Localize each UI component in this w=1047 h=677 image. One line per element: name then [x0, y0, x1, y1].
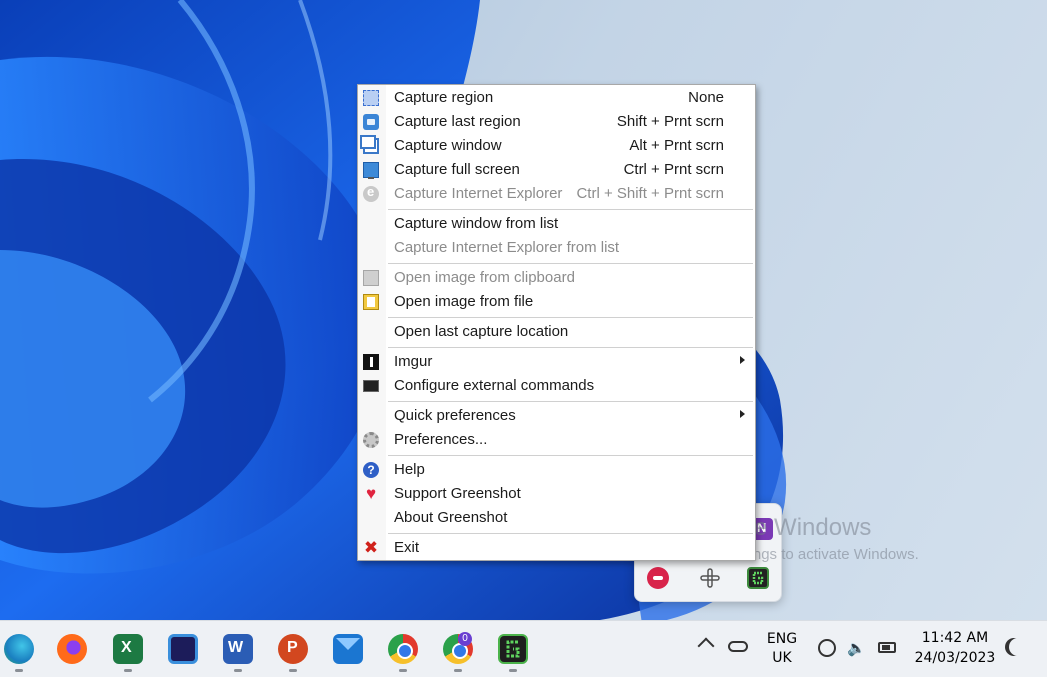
onedrive-cloud-icon[interactable] — [728, 641, 748, 652]
network-globe-icon[interactable] — [818, 639, 836, 657]
menu-item-label: Support Greenshot — [394, 485, 521, 502]
menu-item-capture-internet-explorer[interactable]: Capture Internet Explorer Ctrl + Shift +… — [358, 182, 755, 206]
menu-item-label: Open image from clipboard — [394, 269, 575, 286]
menu-item-shortcut: Alt + Prnt scrn — [629, 137, 724, 154]
menu-item-open-image-from-clipboard[interactable]: Open image from clipboard — [358, 266, 755, 290]
menu-separator — [388, 263, 753, 264]
menu-item-exit[interactable]: ✖ Exit — [358, 536, 755, 560]
menu-item-label: Configure external commands — [394, 377, 595, 394]
running-indicator — [234, 669, 242, 672]
capture-window-icon — [360, 135, 379, 154]
greenshot-tray-icon[interactable] — [747, 567, 769, 589]
menu-item-label: Help — [394, 461, 425, 478]
notification-badge: 0 — [458, 632, 472, 646]
running-indicator — [289, 669, 297, 672]
menu-separator — [388, 317, 753, 318]
capture-last-region-icon — [363, 114, 379, 130]
volume-icon[interactable]: 🔈 — [847, 640, 866, 656]
system-clock[interactable]: 11:42 AM 24/03/2023 — [912, 628, 998, 668]
firefox-icon[interactable] — [57, 634, 87, 664]
help-icon: ? — [363, 462, 379, 478]
menu-separator — [388, 401, 753, 402]
menu-item-shortcut: Ctrl + Prnt scrn — [623, 161, 724, 178]
language-region: UK — [772, 650, 792, 666]
menu-item-about-greenshot[interactable]: About Greenshot — [358, 506, 755, 530]
menu-item-capture-window[interactable]: Capture window Alt + Prnt scrn — [358, 134, 755, 158]
submenu-arrow-icon — [740, 410, 745, 418]
menu-item-label: Open image from file — [394, 293, 534, 310]
chrome-icon[interactable] — [388, 634, 418, 664]
slack-icon[interactable] — [699, 567, 721, 589]
menu-item-label: About Greenshot — [394, 509, 508, 526]
running-indicator — [124, 669, 132, 672]
menu-item-capture-window-from-list[interactable]: Capture window from list — [358, 212, 755, 236]
menu-item-label: Capture last region — [394, 113, 521, 130]
capture-region-icon — [363, 90, 379, 106]
terminal-icon — [363, 380, 379, 392]
excel-icon[interactable] — [113, 634, 143, 664]
powerpoint-icon[interactable] — [278, 634, 308, 664]
menu-item-preferences[interactable]: Preferences... — [358, 428, 755, 452]
slack-app-icon[interactable] — [168, 634, 198, 664]
menu-item-label: Capture full screen — [394, 161, 520, 178]
menu-item-imgur[interactable]: Imgur — [358, 350, 755, 374]
menu-item-capture-ie-from-list[interactable]: Capture Internet Explorer from list — [358, 236, 755, 260]
menu-item-label: Capture window from list — [394, 215, 559, 232]
menu-item-shortcut: Shift + Prnt scrn — [616, 113, 724, 130]
menu-item-quick-preferences[interactable]: Quick preferences — [358, 404, 755, 428]
heart-icon: ♥ — [365, 484, 377, 503]
input-language-indicator[interactable]: ENG UK — [762, 630, 802, 668]
menu-item-label: Preferences... — [394, 431, 488, 448]
menu-item-label: Capture region — [394, 89, 494, 106]
battery-icon[interactable] — [878, 642, 896, 653]
menu-item-help[interactable]: ? Help — [358, 458, 755, 482]
menu-item-label: Quick preferences — [394, 407, 516, 424]
internet-explorer-icon — [363, 184, 379, 202]
gear-icon — [363, 432, 379, 448]
close-icon: ✖ — [363, 538, 379, 558]
word-icon[interactable] — [223, 634, 253, 664]
menu-item-label: Capture Internet Explorer from list — [394, 239, 620, 256]
lips-app-icon[interactable] — [647, 567, 669, 589]
menu-item-label: Exit — [394, 539, 420, 556]
menu-separator — [388, 209, 753, 210]
menu-item-label: Imgur — [394, 353, 433, 370]
imgur-icon — [363, 354, 379, 370]
greenshot-icon[interactable] — [498, 634, 528, 664]
submenu-arrow-icon — [740, 356, 745, 364]
menu-item-configure-external-commands[interactable]: Configure external commands — [358, 374, 755, 398]
menu-item-open-last-capture-location[interactable]: Open last capture location — [358, 320, 755, 344]
menu-item-support-greenshot[interactable]: ♥ Support Greenshot — [358, 482, 755, 506]
menu-item-label: Open last capture location — [394, 323, 569, 340]
menu-separator — [388, 533, 753, 534]
mail-icon[interactable] — [333, 634, 363, 664]
menu-item-label: Capture Internet Explorer — [394, 185, 563, 202]
monitor-icon — [363, 162, 379, 179]
running-indicator — [454, 669, 462, 672]
clipboard-icon — [363, 270, 379, 286]
greenshot-context-menu: Capture region None Capture last region … — [357, 84, 756, 561]
menu-separator — [388, 455, 753, 456]
running-indicator — [15, 669, 23, 672]
focus-moon-icon[interactable] — [1009, 638, 1027, 656]
edge-icon[interactable] — [4, 634, 34, 664]
open-file-icon — [363, 294, 379, 310]
menu-item-capture-last-region[interactable]: Capture last region Shift + Prnt scrn — [358, 110, 755, 134]
menu-item-capture-full-screen[interactable]: Capture full screen Ctrl + Prnt scrn — [358, 158, 755, 182]
running-indicator — [399, 669, 407, 672]
running-indicator — [509, 669, 517, 672]
clock-date: 24/03/2023 — [914, 650, 996, 666]
menu-separator — [388, 347, 753, 348]
clock-time: 11:42 AM — [921, 630, 989, 646]
menu-item-shortcut: Ctrl + Shift + Prnt scrn — [576, 185, 724, 202]
menu-item-capture-region[interactable]: Capture region None — [358, 86, 755, 110]
menu-item-open-image-from-file[interactable]: Open image from file — [358, 290, 755, 314]
menu-item-label: Capture window — [394, 137, 502, 154]
language-code: ENG — [766, 631, 798, 647]
menu-item-shortcut: None — [688, 89, 724, 106]
